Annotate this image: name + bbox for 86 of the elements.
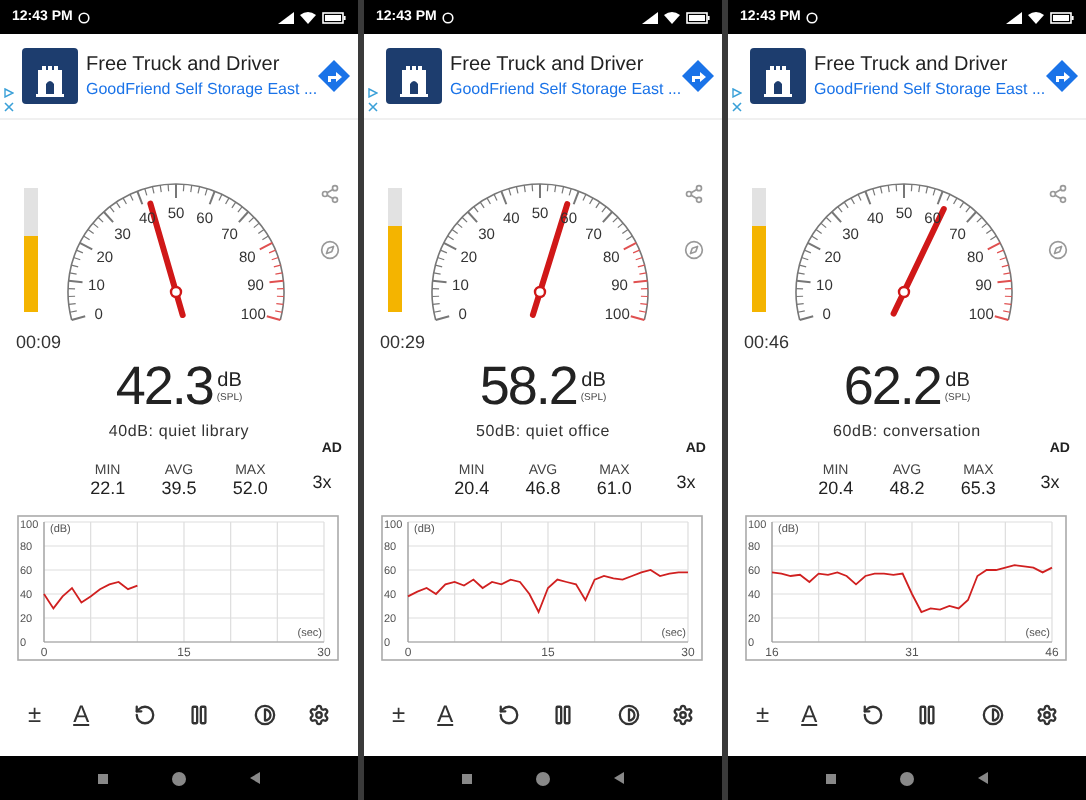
contrast-icon[interactable] xyxy=(617,703,640,725)
wifi-icon xyxy=(1028,11,1044,23)
contrast-icon[interactable] xyxy=(253,703,276,725)
castle-logo-icon xyxy=(22,48,78,104)
recents-icon[interactable] xyxy=(98,773,108,783)
battery-icon xyxy=(322,11,346,23)
ad-title[interactable]: Free Truck and Driver xyxy=(814,54,1038,76)
alarm-icon xyxy=(806,11,819,23)
weighting-button[interactable]: A xyxy=(437,700,454,728)
reset-icon[interactable] xyxy=(133,703,156,725)
directions-icon[interactable] xyxy=(318,60,350,92)
back-icon[interactable] xyxy=(978,772,988,784)
wifi-icon xyxy=(664,11,680,23)
signal-icon xyxy=(278,11,294,23)
decibel-reading: 62.2 xyxy=(843,356,941,418)
share-icon[interactable] xyxy=(683,184,703,204)
directions-icon[interactable] xyxy=(682,60,714,92)
elapsed-time: 00:09 xyxy=(16,332,62,352)
unit-label: dB xyxy=(945,370,970,392)
zoom-button[interactable]: 3x xyxy=(312,471,332,491)
wifi-icon xyxy=(300,11,316,23)
adchoices-icon[interactable] xyxy=(732,88,742,98)
stat-value: 48.2 xyxy=(889,478,925,498)
weighting-button[interactable]: A xyxy=(801,700,818,728)
pause-icon[interactable] xyxy=(551,703,574,725)
pause-icon[interactable] xyxy=(915,703,938,725)
calibration-button[interactable]: ± xyxy=(28,700,42,728)
calibration-button[interactable]: ± xyxy=(392,700,406,728)
gauge-needle xyxy=(890,206,947,317)
home-icon[interactable] xyxy=(536,771,550,785)
elapsed-time: 00:46 xyxy=(744,332,790,352)
share-icon[interactable] xyxy=(1047,184,1067,204)
ad-title[interactable]: Free Truck and Driver xyxy=(450,54,674,76)
calibration-button[interactable]: ± xyxy=(756,700,770,728)
adchoices-icon[interactable] xyxy=(4,88,14,98)
castle-logo-icon xyxy=(386,48,442,104)
zoom-button[interactable]: 3x xyxy=(676,471,696,491)
close-icon[interactable] xyxy=(732,102,742,112)
alarm-icon xyxy=(442,11,455,23)
battery-icon xyxy=(686,11,710,23)
zoom-button[interactable]: 3x xyxy=(1040,471,1060,491)
settings-icon[interactable] xyxy=(671,703,694,725)
close-icon[interactable] xyxy=(368,102,378,112)
signal-icon xyxy=(642,11,658,23)
stat-value: 22.1 xyxy=(90,478,126,498)
castle-logo-icon xyxy=(750,48,806,104)
stat-value: 52.0 xyxy=(232,478,268,498)
home-icon[interactable] xyxy=(172,771,186,785)
ad-title[interactable]: Free Truck and Driver xyxy=(86,54,310,76)
stat-value: 46.8 xyxy=(525,478,561,498)
stat-value: 20.4 xyxy=(818,478,854,498)
unit-label: dB xyxy=(217,370,242,392)
settings-icon[interactable] xyxy=(1035,703,1058,725)
noise-description: 40dB: quiet library xyxy=(108,422,250,440)
settings-icon[interactable] xyxy=(307,703,330,725)
directions-icon[interactable] xyxy=(1046,60,1078,92)
noise-description: 60dB: conversation xyxy=(833,422,981,440)
back-icon[interactable] xyxy=(614,772,624,784)
signal-icon xyxy=(1006,11,1022,23)
compass-icon[interactable] xyxy=(683,240,703,260)
home-icon[interactable] xyxy=(900,771,914,785)
share-icon[interactable] xyxy=(319,184,339,204)
elapsed-time: 00:29 xyxy=(380,332,426,352)
stat-value: 61.0 xyxy=(596,478,632,498)
close-icon[interactable] xyxy=(4,102,14,112)
compass-icon[interactable] xyxy=(319,240,339,260)
reset-icon[interactable] xyxy=(497,703,520,725)
stat-value: 39.5 xyxy=(161,478,197,498)
recents-icon[interactable] xyxy=(826,773,836,783)
stat-value: 65.3 xyxy=(960,478,996,498)
alarm-icon xyxy=(78,11,91,23)
stat-value: 20.4 xyxy=(454,478,490,498)
decibel-reading: 58.2 xyxy=(479,356,577,418)
contrast-icon[interactable] xyxy=(981,703,1004,725)
sound-level-line xyxy=(43,581,139,610)
back-icon[interactable] xyxy=(250,772,260,784)
decibel-reading: 42.3 xyxy=(115,356,213,418)
unit-label: dB xyxy=(581,370,606,392)
recents-icon[interactable] xyxy=(462,773,472,783)
weighting-button[interactable]: A xyxy=(73,700,90,728)
battery-icon xyxy=(1050,11,1074,23)
compass-icon[interactable] xyxy=(1047,240,1067,260)
pause-icon[interactable] xyxy=(187,703,210,725)
noise-description: 50dB: quiet office xyxy=(475,422,611,440)
reset-icon[interactable] xyxy=(861,703,884,725)
adchoices-icon[interactable] xyxy=(368,88,378,98)
